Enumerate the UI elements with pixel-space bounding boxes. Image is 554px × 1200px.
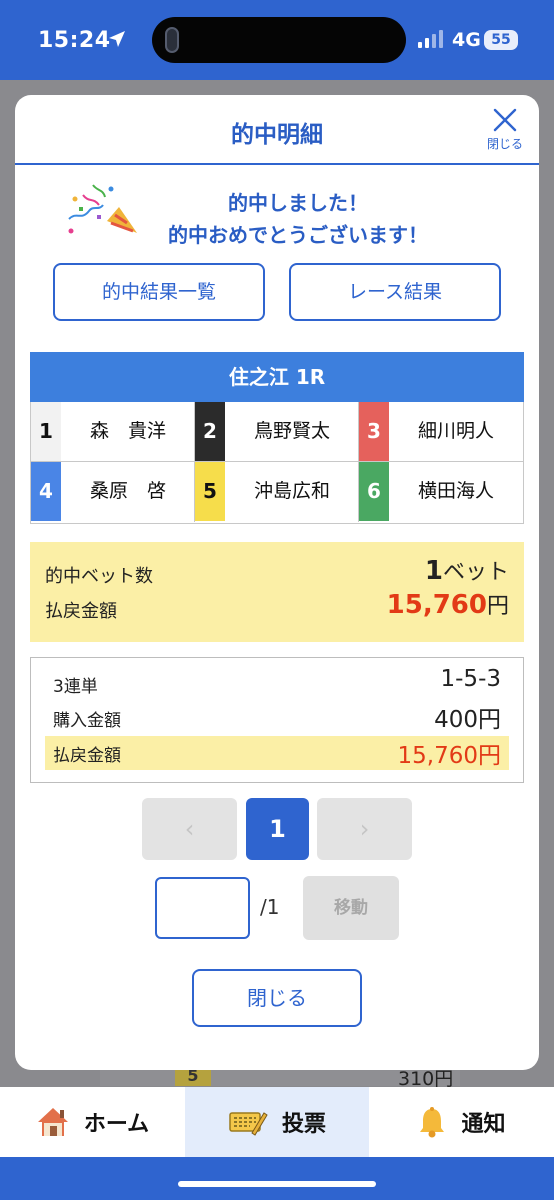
flashlight-icon — [165, 27, 179, 53]
modal-title: 的中明細 — [231, 122, 323, 148]
close-icon — [493, 108, 517, 132]
page-1-button[interactable]: 1 — [246, 798, 309, 860]
hit-summary: 的中ベット数 払戻金額 1ベット 15,760円 — [30, 542, 524, 642]
tab-notify-label: 通知 — [461, 1112, 506, 1137]
racer-cell: 4 桑原 啓 — [31, 462, 195, 522]
hit-detail-modal: 的中明細 閉じる 的中しました！ 的中おめでとうございます！ 的中結果一覧 レー… — [15, 95, 539, 1070]
close-button[interactable]: 閉じる — [192, 969, 362, 1027]
racer-name: 細川明人 — [417, 420, 494, 442]
racer-grid: 1 森 貴洋 2 鳥野賢太 3 細川明人 4 桑原 啓 5 沖島広和 6 横田海… — [30, 402, 524, 524]
modal-close-button[interactable]: 閉じる — [477, 107, 533, 157]
status-time: 15:24 — [38, 28, 111, 53]
race-results-button[interactable]: レース結果 — [289, 263, 501, 321]
bet-type: 3連単 — [53, 677, 98, 697]
close-label: 閉じる — [486, 137, 523, 151]
lane-badge: 5 — [195, 462, 225, 521]
tab-vote[interactable]: 投票 — [185, 1087, 369, 1157]
page-number-input[interactable] — [155, 877, 250, 939]
page-total: /1 — [260, 895, 280, 919]
move-button[interactable]: 移動 — [303, 876, 399, 940]
race-title: 住之江 1R — [30, 352, 524, 402]
tab-home-label: ホーム — [83, 1112, 150, 1137]
bet-combination: 1-5-3 — [440, 666, 502, 692]
status-bar: 15:24 4G 55 — [0, 0, 554, 80]
detail-payout-value: 15,760円 — [397, 743, 501, 769]
purchase-label: 購入金額 — [53, 711, 121, 731]
lane-badge: 6 — [359, 462, 389, 521]
racer-cell: 1 森 貴洋 — [31, 402, 195, 462]
tab-home[interactable]: ホーム — [0, 1087, 185, 1157]
tab-notify[interactable]: 通知 — [369, 1087, 554, 1157]
dynamic-island — [152, 17, 406, 63]
home-icon — [37, 1108, 68, 1136]
battery-icon: 55 — [484, 30, 518, 50]
hit-bets-value: 1ベット — [425, 554, 509, 586]
next-page-button[interactable]: › — [317, 798, 412, 860]
lane-badge: 4 — [31, 462, 61, 521]
bet-detail: 3連単 1-5-3 購入金額 400円 払戻金額 15,760円 — [30, 657, 524, 783]
lane-badge: 3 — [359, 402, 389, 461]
congrats-message: 的中しました！ 的中おめでとうございます！ — [133, 187, 463, 251]
home-indicator — [178, 1181, 376, 1187]
payout-amount: 15,760 — [386, 590, 487, 620]
detail-payout-label: 払戻金額 — [53, 746, 121, 766]
hit-results-list-button[interactable]: 的中結果一覧 — [53, 263, 265, 321]
prev-page-button[interactable]: ‹ — [142, 798, 237, 860]
racer-name: 鳥野賢太 — [253, 420, 330, 442]
payout-label: 払戻金額 — [45, 601, 117, 622]
racer-cell: 3 細川明人 — [359, 402, 523, 462]
purchase-value: 400円 — [434, 707, 501, 733]
racer-cell: 5 沖島広和 — [195, 462, 359, 522]
tab-bar: ホーム 投票 通知 — [0, 1087, 554, 1157]
racer-cell: 2 鳥野賢太 — [195, 402, 359, 462]
modal-header: 的中明細 閉じる — [15, 95, 539, 165]
payout-value: 15,760円 — [387, 588, 509, 620]
hit-bets-unit: ベット — [442, 560, 509, 585]
congrats-line-2: 的中おめでとうございます！ — [168, 223, 428, 247]
racer-cell: 6 横田海人 — [359, 462, 523, 522]
racer-name: 桑原 啓 — [89, 480, 166, 502]
bell-icon — [420, 1107, 445, 1138]
betting-ticket-icon — [229, 1112, 268, 1136]
tab-vote-label: 投票 — [281, 1112, 326, 1137]
racer-name: 森 貴洋 — [89, 420, 166, 442]
signal-icon — [418, 30, 443, 48]
lane-badge: 2 — [195, 402, 225, 461]
network-type: 4G — [452, 29, 481, 51]
lane-badge: 1 — [31, 402, 61, 461]
racer-name: 横田海人 — [417, 480, 494, 502]
party-popper-icon — [68, 184, 137, 234]
hit-bets-count: 1 — [424, 556, 443, 586]
congrats-line-1: 的中しました！ — [228, 191, 368, 215]
detail-payout-row: 払戻金額 15,760円 — [45, 736, 509, 770]
payout-unit: 円 — [486, 594, 509, 619]
location-arrow-icon — [109, 31, 125, 47]
racer-name: 沖島広和 — [253, 480, 330, 502]
hit-bets-label: 的中ベット数 — [45, 566, 153, 587]
